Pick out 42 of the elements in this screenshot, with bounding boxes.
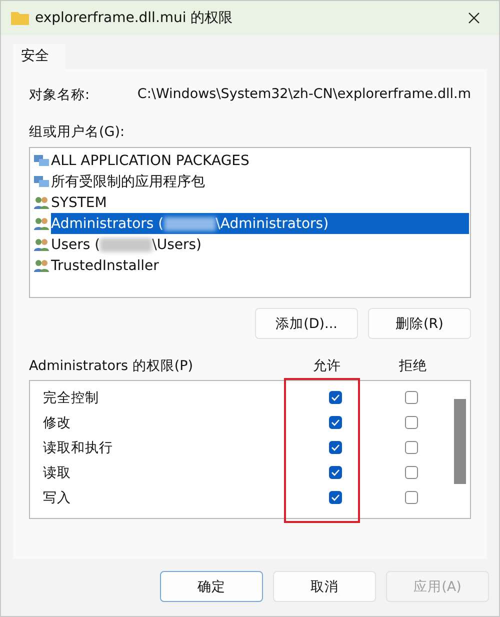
permission-name: 完全控制 <box>43 388 99 406</box>
close-icon <box>468 12 480 24</box>
permissions-label: Administrators 的权限(P) <box>29 357 194 375</box>
permission-name: 读取和执行 <box>43 438 113 456</box>
group-item[interactable]: Users ( \Users) <box>51 234 202 255</box>
group-item[interactable]: Administrators ( \Administrators) <box>51 213 469 234</box>
object-name-label: 对象名称: <box>29 86 91 104</box>
group-item[interactable]: TrustedInstaller <box>51 255 159 276</box>
users-icon <box>34 259 49 272</box>
object-path: C:\Windows\System32\zh-CN\explorerframe.dll.m <box>137 86 471 104</box>
deny-checkbox[interactable] <box>405 416 418 429</box>
group-item[interactable]: SYSTEM <box>51 192 107 213</box>
allow-checkbox[interactable] <box>329 441 342 454</box>
allow-checkbox[interactable] <box>329 491 342 504</box>
folder-icon <box>11 11 29 25</box>
deny-checkbox[interactable] <box>405 441 418 454</box>
window-title: explorerframe.dll.mui 的权限 <box>35 9 234 27</box>
deny-header: 拒绝 <box>399 357 427 375</box>
remove-button[interactable]: 删除(R) <box>368 308 471 339</box>
allow-header: 允许 <box>313 357 341 375</box>
permission-name: 读取 <box>43 464 71 482</box>
allow-checkbox[interactable] <box>329 416 342 429</box>
deny-checkbox[interactable] <box>405 391 418 404</box>
tab[interactable]: 安全 <box>13 44 65 69</box>
group-item[interactable]: 所有受限制的应用程序包 <box>51 171 205 192</box>
users-icon <box>34 217 49 230</box>
group-item[interactable]: ALL APPLICATION PACKAGES <box>51 150 250 171</box>
users-icon <box>34 238 49 251</box>
permission-name: 修改 <box>43 414 71 432</box>
permission-name: 写入 <box>43 488 71 506</box>
allow-checkbox[interactable] <box>329 466 342 479</box>
scrollbar-thumb[interactable] <box>454 399 466 484</box>
groups-label: 组或用户名(G): <box>29 123 126 141</box>
users-icon <box>34 196 49 209</box>
package-icon <box>34 175 49 188</box>
deny-checkbox[interactable] <box>405 491 418 504</box>
deny-checkbox[interactable] <box>405 466 418 479</box>
package-icon <box>34 154 49 167</box>
allow-checkbox[interactable] <box>329 391 342 404</box>
dialog-button[interactable]: 取消 <box>273 571 376 602</box>
add-button[interactable]: 添加(D)... <box>255 308 358 339</box>
dialog-button[interactable]: 确定 <box>160 571 263 602</box>
